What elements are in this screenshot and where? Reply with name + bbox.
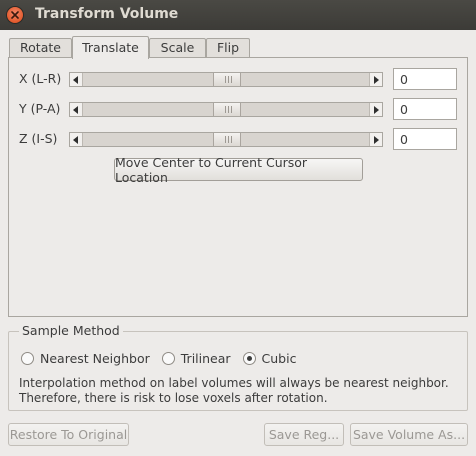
radio-nearest-neighbor[interactable]: Nearest Neighbor (21, 351, 150, 366)
slider-label-x: X (L-R) (19, 71, 62, 86)
title-bar: Transform Volume (0, 0, 476, 30)
tab-translate[interactable]: Translate (72, 36, 149, 59)
radio-cubic[interactable]: Cubic (242, 351, 297, 366)
note-line-2: Therefore, there is risk to lose voxels … (19, 391, 328, 405)
save-volume-as-button[interactable]: Save Volume As... (350, 423, 468, 446)
slider-z[interactable] (69, 132, 383, 147)
slider-row-z: Z (I-S) (9, 127, 467, 151)
arrow-right-icon[interactable] (369, 103, 382, 116)
slider-row-y: Y (P-A) (9, 97, 467, 121)
z-value-input[interactable] (393, 128, 457, 150)
sample-method-options: Nearest Neighbor Trilinear Cubic (21, 351, 308, 366)
radio-unchecked-icon[interactable] (21, 352, 34, 365)
y-value-input[interactable] (393, 98, 457, 120)
arrow-left-icon[interactable] (70, 73, 83, 86)
translate-panel: X (L-R) Y (P-A) (8, 57, 468, 317)
radio-label: Cubic (261, 351, 297, 366)
tab-rotate[interactable]: Rotate (9, 38, 72, 58)
slider-x[interactable] (69, 72, 383, 87)
slider-y[interactable] (69, 102, 383, 117)
close-icon (11, 11, 19, 19)
sample-method-title: Sample Method (19, 323, 123, 338)
arrow-left-icon[interactable] (70, 103, 83, 116)
slider-row-x: X (L-R) (9, 67, 467, 91)
radio-checked-icon[interactable] (242, 352, 256, 365)
slider-thumb[interactable] (213, 103, 241, 116)
restore-to-original-button[interactable]: Restore To Original (8, 423, 129, 446)
note-line-1: Interpolation method on label volumes wi… (19, 376, 449, 390)
radio-unchecked-icon[interactable] (161, 352, 175, 365)
move-center-button[interactable]: Move Center to Current Cursor Location (114, 155, 363, 185)
transform-volume-dialog: Transform Volume Rotate Translate Scale … (0, 0, 476, 456)
tab-scale[interactable]: Scale (149, 38, 206, 58)
save-reg-button[interactable]: Save Reg... (264, 423, 344, 446)
radio-label: Nearest Neighbor (40, 351, 150, 366)
tab-flip[interactable]: Flip (206, 38, 250, 58)
arrow-right-icon[interactable] (369, 73, 382, 86)
slider-label-y: Y (P-A) (19, 101, 61, 116)
sample-method-group: Sample Method Nearest Neighbor Trilinear… (8, 323, 468, 411)
interpolation-note: Interpolation method on label volumes wi… (19, 376, 459, 406)
arrow-left-icon[interactable] (70, 133, 83, 146)
arrow-right-icon[interactable] (369, 133, 382, 146)
slider-thumb[interactable] (213, 133, 241, 146)
window-title: Transform Volume (35, 6, 179, 22)
radio-trilinear[interactable]: Trilinear (161, 351, 231, 366)
close-button[interactable] (7, 7, 23, 23)
radio-label: Trilinear (180, 351, 231, 366)
x-value-input[interactable] (393, 68, 457, 90)
slider-label-z: Z (I-S) (19, 131, 58, 146)
slider-thumb[interactable] (213, 73, 241, 86)
